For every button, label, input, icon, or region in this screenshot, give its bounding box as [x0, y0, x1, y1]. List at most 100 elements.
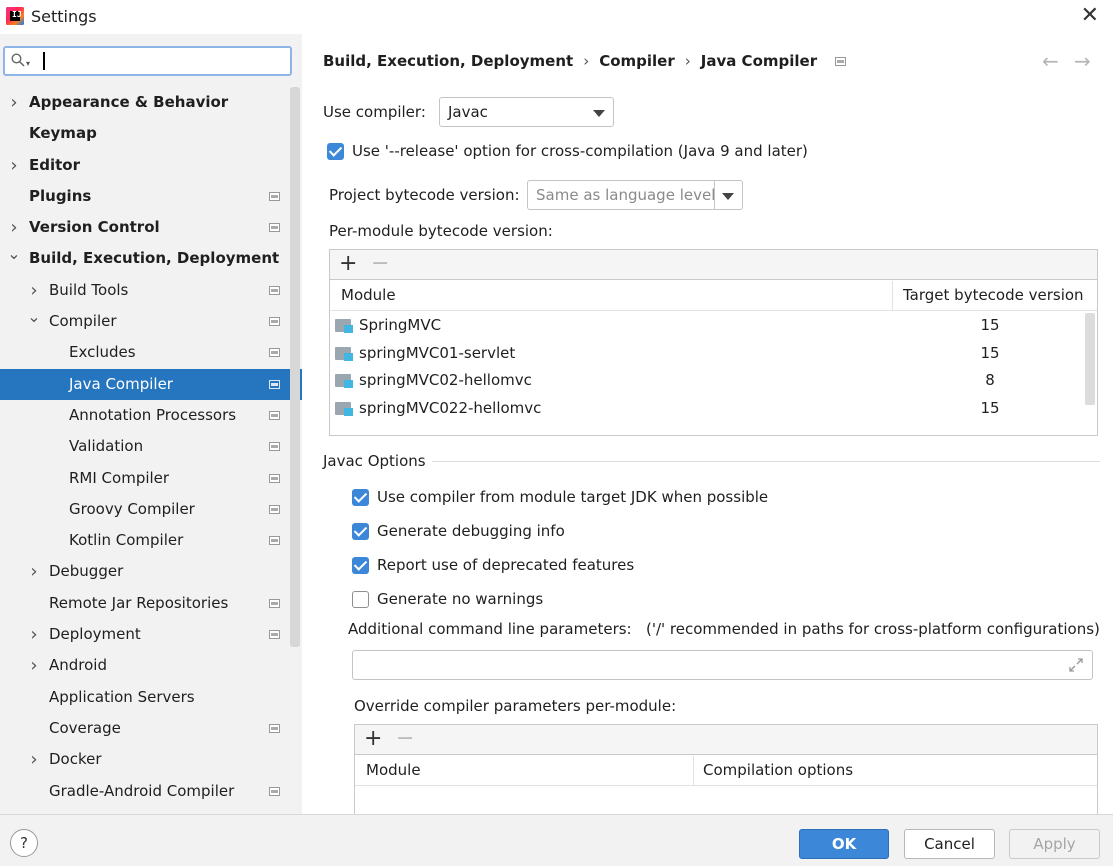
- sidebar-item-label: Remote Jar Repositories: [49, 593, 229, 612]
- sidebar-item-label: Application Servers: [49, 687, 195, 706]
- sidebar-item-label: Android: [49, 656, 107, 675]
- sidebar-item-label: Java Compiler: [69, 374, 173, 393]
- search-options-chevron-icon[interactable]: ▾: [26, 59, 30, 68]
- table-row[interactable]: springMVC01-servlet 15: [330, 340, 1082, 368]
- expand-icon[interactable]: [1068, 657, 1084, 673]
- module-table-scrollbar[interactable]: [1085, 313, 1095, 405]
- sidebar-item-android[interactable]: › Android: [0, 650, 302, 681]
- use-compiler-dropdown[interactable]: Javac: [439, 97, 614, 127]
- breadcrumb-java-compiler: Java Compiler: [700, 52, 818, 70]
- sidebar-item-rmi-compiler[interactable]: RMI Compiler: [0, 463, 302, 494]
- settings-sidebar: ▾ › Appearance & Behavior Keymap › Editor Plu…: [0, 34, 302, 814]
- sidebar-item-coverage[interactable]: Coverage: [0, 713, 302, 744]
- sidebar-item-compiler[interactable]: ⌄ Compiler: [0, 306, 302, 337]
- bytecode-dropdown-button[interactable]: [714, 181, 742, 209]
- override-table-toolbar: + −: [355, 725, 1097, 755]
- title-bar: IJ Settings ✕: [0, 0, 1113, 34]
- additional-params-field[interactable]: [352, 650, 1093, 680]
- dialog-footer: ? OK Cancel Apply: [0, 814, 1113, 866]
- chevron-right-icon[interactable]: ›: [27, 619, 41, 650]
- project-level-icon: [269, 442, 280, 452]
- sidebar-item-label: Excludes: [69, 343, 136, 362]
- deprecated-label: Report use of deprecated features: [377, 556, 635, 574]
- settings-search-box[interactable]: ▾: [3, 46, 292, 76]
- settings-search-input[interactable]: [39, 50, 284, 72]
- chevron-right-icon[interactable]: ›: [27, 556, 41, 587]
- sidebar-item-build-execution-deployment[interactable]: ⌄ Build, Execution, Deployment: [0, 243, 302, 274]
- sidebar-scrollbar[interactable]: [290, 87, 300, 647]
- table-row[interactable]: SpringMVC 15: [330, 312, 1082, 340]
- sidebar-item-version-control[interactable]: › Version Control: [0, 212, 302, 243]
- sidebar-item-editor[interactable]: › Editor: [0, 150, 302, 181]
- sidebar-item-deployment[interactable]: › Deployment: [0, 619, 302, 650]
- sidebar-item-application-servers[interactable]: Application Servers: [0, 682, 302, 713]
- chevron-right-icon[interactable]: ›: [27, 744, 41, 775]
- column-module[interactable]: Module: [341, 286, 396, 304]
- sidebar-item-build-tools[interactable]: › Build Tools: [0, 275, 302, 306]
- sidebar-item-gradle-android-compiler[interactable]: Gradle-Android Compiler: [0, 776, 302, 807]
- sidebar-item-debugger[interactable]: › Debugger: [0, 556, 302, 587]
- ok-button[interactable]: OK: [799, 829, 889, 859]
- sidebar-item-docker[interactable]: › Docker: [0, 744, 302, 775]
- sidebar-item-plugins[interactable]: Plugins: [0, 181, 302, 212]
- project-level-icon: [269, 191, 280, 201]
- sidebar-item-label: Groovy Compiler: [69, 499, 195, 518]
- module-name-cell: springMVC022-hellomvc: [359, 399, 542, 418]
- column-compilation-options[interactable]: Compilation options: [703, 761, 853, 779]
- project-level-icon: [269, 598, 280, 608]
- breadcrumb-compiler: Compiler: [599, 52, 675, 70]
- sidebar-item-remote-jar-repositories[interactable]: Remote Jar Repositories: [0, 588, 302, 619]
- chevron-right-icon[interactable]: ›: [7, 87, 21, 118]
- module-folder-icon: [335, 317, 353, 333]
- table-row[interactable]: springMVC02-hellomvc 8: [330, 367, 1082, 395]
- override-params-label: Override compiler parameters per-module:: [354, 697, 677, 715]
- cancel-button[interactable]: Cancel: [904, 829, 995, 859]
- sidebar-item-keymap[interactable]: Keymap: [0, 118, 302, 149]
- bytecode-version-cell[interactable]: 15: [970, 316, 1010, 334]
- sidebar-item-groovy-compiler[interactable]: Groovy Compiler: [0, 494, 302, 525]
- sidebar-item-label: Deployment: [49, 625, 141, 644]
- window-title: Settings: [31, 7, 97, 26]
- bytecode-version-cell[interactable]: 8: [970, 371, 1010, 389]
- no-warnings-checkbox[interactable]: [352, 591, 369, 608]
- bytecode-version-cell[interactable]: 15: [970, 344, 1010, 362]
- sidebar-item-label: Gradle-Android Compiler: [49, 781, 235, 800]
- sidebar-item-java-compiler[interactable]: Java Compiler: [0, 368, 302, 400]
- add-icon[interactable]: +: [364, 726, 382, 751]
- sidebar-item-validation[interactable]: Validation: [0, 431, 302, 462]
- remove-icon: −: [396, 726, 415, 751]
- target-jdk-checkbox[interactable]: [352, 489, 369, 506]
- javac-options-header: Javac Options: [323, 452, 426, 470]
- help-button[interactable]: ?: [10, 829, 38, 857]
- sidebar-item-appearance-behavior[interactable]: › Appearance & Behavior: [0, 87, 302, 118]
- forward-arrow-icon[interactable]: →: [1074, 49, 1091, 73]
- breadcrumb-build: Build, Execution, Deployment: [323, 52, 574, 70]
- debug-info-checkbox[interactable]: [352, 523, 369, 540]
- no-warnings-label: Generate no warnings: [377, 590, 544, 608]
- back-arrow-icon[interactable]: ←: [1042, 49, 1059, 73]
- sidebar-item-label: Compiler: [49, 312, 117, 331]
- chevron-right-icon[interactable]: ›: [27, 650, 41, 681]
- release-option-label: Use '--release' option for cross-compila…: [352, 142, 808, 160]
- additional-params-hint: ('/' recommended in paths for cross-plat…: [646, 620, 1100, 638]
- breadcrumb-separator: ›: [583, 52, 590, 70]
- sidebar-item-kotlin-compiler[interactable]: Kotlin Compiler: [0, 525, 302, 556]
- use-compiler-value: Javac: [448, 103, 488, 121]
- deprecated-checkbox[interactable]: [352, 557, 369, 574]
- sidebar-item-excludes[interactable]: Excludes: [0, 337, 302, 368]
- release-option-checkbox[interactable]: [327, 143, 344, 160]
- table-row[interactable]: springMVC022-hellomvc 15: [330, 395, 1082, 423]
- chevron-right-icon[interactable]: ›: [7, 150, 21, 181]
- sidebar-item-annotation-processors[interactable]: Annotation Processors: [0, 400, 302, 431]
- chevron-down-icon[interactable]: ⌄: [27, 301, 41, 332]
- column-divider: [892, 281, 893, 311]
- bytecode-version-combo[interactable]: Same as language level: [527, 180, 743, 210]
- bytecode-version-cell[interactable]: 15: [970, 399, 1010, 417]
- override-params-table: + − Module Compilation options: [354, 724, 1098, 814]
- column-module[interactable]: Module: [366, 761, 421, 779]
- override-table-header: Module Compilation options: [355, 756, 1097, 786]
- chevron-down-icon[interactable]: ⌄: [7, 238, 21, 269]
- column-target-bytecode[interactable]: Target bytecode version: [903, 286, 1084, 304]
- add-icon[interactable]: +: [339, 251, 357, 276]
- close-icon[interactable]: ✕: [1081, 5, 1099, 27]
